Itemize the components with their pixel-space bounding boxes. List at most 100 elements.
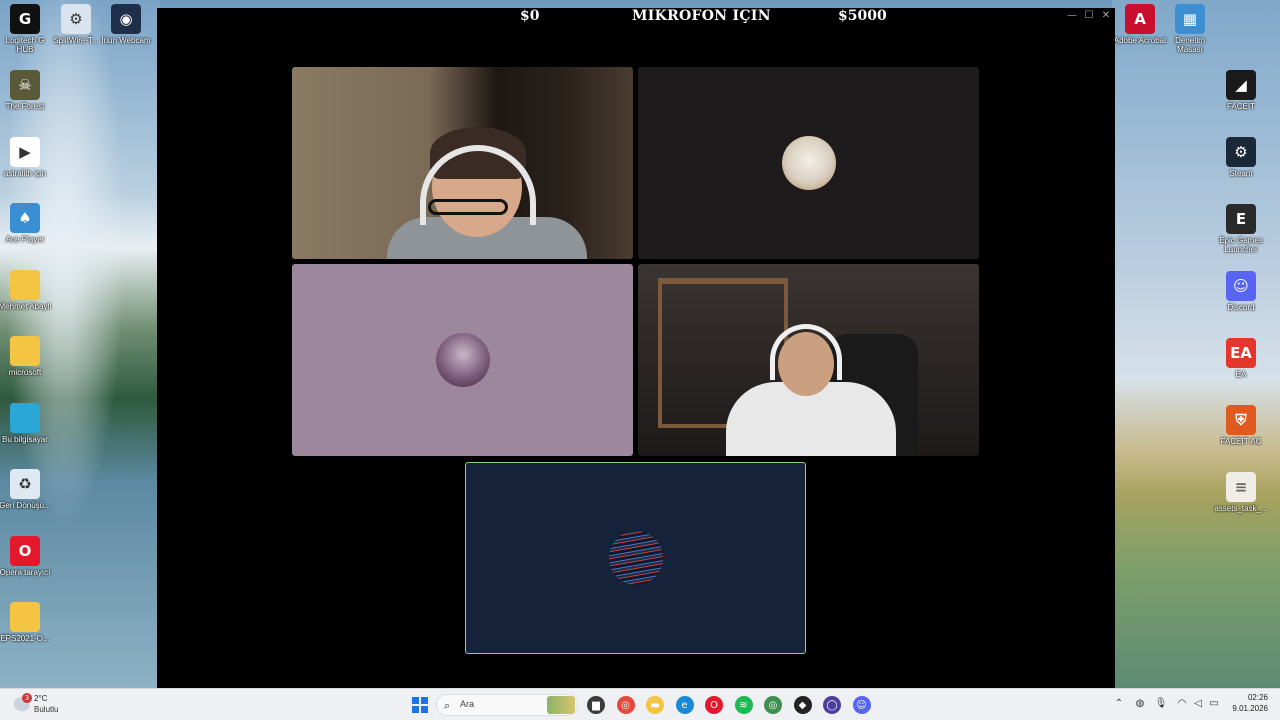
amount-right: $5000 (838, 8, 887, 24)
spotify-icon[interactable]: ≋ (734, 696, 753, 714)
desktop-icon[interactable]: ▶ astralith için (0, 136, 52, 178)
desktop-icon-label: Mehmet Abaylı (0, 301, 52, 311)
amount-left: $0 (520, 8, 540, 24)
video-tile-active-speaker[interactable] (465, 462, 806, 654)
desktop-icon[interactable]: E Epic Games Launcher (1214, 204, 1268, 254)
edge-icon[interactable]: e (675, 696, 694, 714)
desktop-icon-label: astralith için (3, 168, 47, 178)
desktop-icon[interactable]: A Adobe Acrobat (1113, 4, 1167, 45)
desktop-icon[interactable]: ⚙ Steam (1214, 137, 1268, 178)
battery-icon[interactable]: ▭ (1207, 697, 1221, 711)
window-title: MIKROFON IÇIN (632, 8, 771, 24)
notification-badge: 3 (22, 693, 32, 703)
desktop-icon[interactable]: EPS2021-O... (0, 602, 52, 643)
desktop-icon[interactable]: Bu bilgisayar (0, 402, 52, 444)
headset (770, 324, 842, 380)
control-panel-icon: ▦ (1175, 4, 1205, 34)
windows-logo-icon (412, 697, 419, 704)
desktop-icon-label: Iriun Webcam (101, 36, 151, 45)
the-forest-icon: ☠ (10, 70, 40, 100)
desktop-icon[interactable]: ☺ Discord (1214, 271, 1268, 312)
close-button[interactable]: ✕ (1099, 10, 1113, 22)
discord-icon: ☺ (1226, 271, 1256, 301)
clock-time: 02:26 (1247, 693, 1268, 702)
desktop-icon[interactable]: Mehmet Abaylı (0, 269, 52, 311)
maximize-button[interactable]: ☐ (1082, 10, 1096, 22)
taskbar: 3 2°C Bulutlu ⌕ Ara ▆ ◎ ▬ e O ≋ ◎ ◆ ◯ ☺ ⌃ ◍ 🎙 ◠ ◁… (0, 688, 1280, 720)
start-button[interactable] (411, 696, 429, 714)
weather-condition: Bulutlu (34, 705, 59, 714)
chrome-profile-icon[interactable]: ◎ (764, 696, 782, 714)
desktop-icon[interactable]: ☠ The Forest (0, 70, 52, 111)
stream-window: $0 MIKROFON IÇIN $5000 — ☐ ✕ (157, 8, 1115, 688)
taskbar-search[interactable]: ⌕ Ara (436, 694, 578, 716)
title-strip: $0 MIKROFON IÇIN $5000 (157, 8, 1115, 26)
github-icon[interactable]: ◆ (793, 696, 812, 714)
desktop-icon-label: microsoft (8, 368, 42, 377)
ace-player-icon: ♠ (10, 203, 40, 233)
desktop-icon-label: Logitech G HUB (5, 36, 45, 54)
file-icon: ≡ (1226, 472, 1256, 502)
participant-avatar (608, 531, 663, 585)
minimize-button[interactable]: — (1065, 10, 1079, 22)
participant-avatar (781, 136, 836, 190)
desktop-icon[interactable]: ≡ assets_task_... (1214, 472, 1268, 513)
desktop-icon-label: Opera tarayıcı (0, 567, 51, 577)
chevron-up-icon[interactable]: ⌃ (1112, 697, 1126, 711)
desktop-icon-label: Adobe Acrobat (1113, 36, 1167, 45)
astralith-video-icon: ▶ (10, 136, 40, 167)
folder-icon (10, 602, 40, 632)
desktop-icon[interactable]: EA EA (1214, 338, 1268, 379)
desktop-icon[interactable]: ♠ Ace Player (0, 203, 52, 244)
desktop-icon[interactable]: O Opera tarayıcı (0, 535, 52, 577)
wifi-icon[interactable]: ◠ (1175, 697, 1189, 711)
video-tile-1[interactable] (292, 67, 633, 259)
ea-icon: EA (1226, 338, 1256, 368)
security-icon[interactable]: ◍ (1133, 697, 1147, 711)
desktop-icon[interactable]: ♻ Geri Dönüşü... (0, 469, 52, 510)
desktop-icon-label: EPS2021-O... (0, 634, 50, 643)
desktop-icon-label: SplitWire-T... (53, 36, 99, 45)
microphone-icon[interactable]: 🎙 (1154, 697, 1168, 711)
video-tile-3[interactable] (292, 264, 633, 456)
desktop-icon[interactable]: ▦ Denetim Masası (1163, 4, 1217, 54)
desktop-icon[interactable]: ◉ Iriun Webcam (99, 4, 153, 45)
volume-icon[interactable]: ◁ (1191, 697, 1205, 711)
video-tile-2[interactable] (638, 67, 979, 259)
system-clock[interactable]: 02:26 9.01.2026 (1226, 693, 1268, 713)
desktop-icon-label: FACEIT AC (1220, 437, 1262, 446)
desktop-icon[interactable]: G Logitech G HUB (0, 4, 52, 54)
splitwire-icon: ⚙ (61, 4, 91, 34)
app-icon[interactable]: ◯ (823, 696, 841, 714)
faceit-ac-icon: ⛨ (1226, 405, 1256, 435)
desktop-icon[interactable]: microsoft (0, 336, 52, 377)
opera-icon[interactable]: O (705, 696, 723, 714)
desktop-icon[interactable]: ◢ FACEIT (1214, 70, 1268, 111)
participant-avatar (435, 333, 490, 387)
this-pc-icon (10, 402, 40, 433)
discord-icon[interactable]: ☺ (852, 696, 871, 714)
clock-date: 9.01.2026 (1232, 704, 1268, 713)
weather-widget[interactable]: 3 2°C Bulutlu (14, 693, 74, 718)
search-placeholder: Ara (460, 699, 475, 709)
windows-logo-pane (412, 706, 419, 713)
folder-icon[interactable]: ▬ (646, 696, 664, 714)
opera-icon: O (10, 535, 40, 566)
search-icon: ⌕ (444, 699, 451, 712)
desktop-icon-label: EA (1235, 370, 1247, 379)
recycle-bin-icon: ♻ (10, 469, 40, 499)
desktop-icon[interactable]: ⚙ SplitWire-T... (49, 4, 103, 45)
adobe-acrobat-icon: A (1125, 4, 1155, 34)
windows-logo-pane (421, 697, 428, 704)
file-explorer-icon[interactable]: ▆ (587, 696, 605, 714)
chrome-icon[interactable]: ◎ (616, 696, 635, 714)
desktop-icon-label: Denetim Masası (1175, 36, 1205, 54)
desktop-icon-label: Discord (1227, 303, 1255, 312)
desktop-icon-label: Geri Dönüşü... (0, 501, 51, 510)
desktop-icon-label: The Forest (5, 102, 45, 111)
desktop-icon-label: Bu bilgisayar (2, 434, 48, 444)
desktop-icon-label: assets_task_... (1214, 504, 1268, 513)
desktop-icon[interactable]: ⛨ FACEIT AC (1214, 405, 1268, 446)
desktop-icon-label: FACEIT (1226, 102, 1255, 111)
video-tile-4[interactable] (638, 264, 979, 456)
